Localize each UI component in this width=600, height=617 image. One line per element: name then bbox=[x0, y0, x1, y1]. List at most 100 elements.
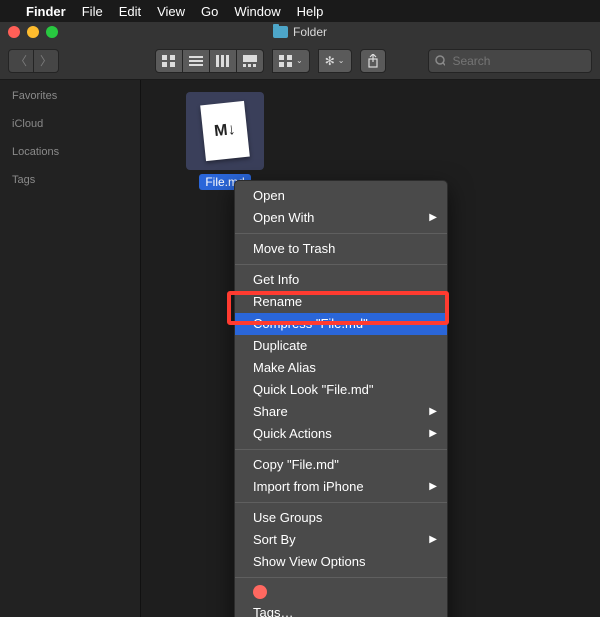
share-icon bbox=[367, 54, 379, 68]
share-button[interactable] bbox=[360, 49, 386, 73]
ctx-label: Compress "File.md" bbox=[253, 316, 368, 331]
search-field[interactable] bbox=[428, 49, 592, 73]
ctx-move-to-trash[interactable]: Move to Trash bbox=[235, 238, 447, 260]
context-menu: Open Open With ▶ Move to Trash Get Info R… bbox=[234, 180, 448, 617]
finder-window: Folder 〈 〉 ⌄ bbox=[0, 22, 600, 617]
toolbar: 〈 〉 ⌄ ✻ ⌄ bbox=[0, 42, 600, 80]
ctx-make-alias[interactable]: Make Alias bbox=[235, 357, 447, 379]
view-list-button[interactable] bbox=[183, 49, 210, 73]
sidebar: Favorites iCloud Locations Tags bbox=[0, 80, 141, 617]
grid-icon bbox=[162, 55, 176, 67]
menubar-window[interactable]: Window bbox=[234, 4, 280, 19]
ctx-quick-look[interactable]: Quick Look "File.md" bbox=[235, 379, 447, 401]
ctx-label: Show View Options bbox=[253, 554, 366, 569]
ctx-label: Copy "File.md" bbox=[253, 457, 339, 472]
window-title: Folder bbox=[0, 25, 600, 39]
search-input[interactable] bbox=[450, 53, 585, 69]
forward-button[interactable]: 〉 bbox=[34, 49, 59, 73]
traffic-lights bbox=[8, 26, 58, 38]
chevron-right-icon: 〉 bbox=[40, 52, 52, 69]
nav-group: 〈 〉 bbox=[8, 49, 59, 73]
menubar-app-name[interactable]: Finder bbox=[26, 4, 66, 19]
chevron-down-icon: ⌄ bbox=[296, 56, 303, 65]
window-title-text: Folder bbox=[293, 25, 327, 39]
minimize-button[interactable] bbox=[27, 26, 39, 38]
menubar-go[interactable]: Go bbox=[201, 4, 218, 19]
view-icons-button[interactable] bbox=[155, 49, 183, 73]
ctx-label: Tags… bbox=[253, 605, 293, 617]
action-menu: ✻ ⌄ bbox=[318, 49, 352, 73]
view-gallery-button[interactable] bbox=[237, 49, 264, 73]
folder-icon bbox=[273, 26, 288, 38]
ctx-separator bbox=[235, 502, 447, 503]
ctx-use-groups[interactable]: Use Groups bbox=[235, 507, 447, 529]
view-columns-button[interactable] bbox=[210, 49, 237, 73]
ctx-get-info[interactable]: Get Info bbox=[235, 269, 447, 291]
grid-icon bbox=[279, 55, 293, 67]
columns-icon bbox=[216, 55, 230, 67]
markdown-file-icon: M↓ bbox=[200, 101, 250, 161]
view-switcher bbox=[155, 49, 264, 73]
ctx-label: Get Info bbox=[253, 272, 299, 287]
group-by: ⌄ bbox=[272, 49, 310, 73]
chevron-right-icon: ▶ bbox=[429, 403, 437, 421]
ctx-label: Quick Look "File.md" bbox=[253, 382, 374, 397]
tag-swatch-red[interactable] bbox=[253, 585, 267, 599]
ctx-separator bbox=[235, 264, 447, 265]
ctx-label: Duplicate bbox=[253, 338, 307, 353]
ctx-import-iphone[interactable]: Import from iPhone ▶ bbox=[235, 476, 447, 498]
sidebar-section-favorites[interactable]: Favorites bbox=[0, 86, 140, 106]
titlebar: Folder bbox=[0, 22, 600, 42]
ctx-label: Share bbox=[253, 404, 288, 419]
ctx-separator bbox=[235, 233, 447, 234]
ctx-label: Move to Trash bbox=[253, 241, 335, 256]
ctx-label: Import from iPhone bbox=[253, 479, 364, 494]
file-item[interactable]: M↓ File.md bbox=[183, 92, 267, 190]
chevron-right-icon: ▶ bbox=[429, 209, 437, 227]
close-button[interactable] bbox=[8, 26, 20, 38]
ctx-tags[interactable]: Tags… bbox=[235, 602, 447, 617]
ctx-show-view-options[interactable]: Show View Options bbox=[235, 551, 447, 573]
menubar-edit[interactable]: Edit bbox=[119, 4, 141, 19]
ctx-tag-swatches[interactable] bbox=[235, 582, 447, 602]
menubar-file[interactable]: File bbox=[82, 4, 103, 19]
ctx-label: Quick Actions bbox=[253, 426, 332, 441]
sidebar-section-locations[interactable]: Locations bbox=[0, 142, 140, 162]
ctx-label: Sort By bbox=[253, 532, 296, 547]
ctx-separator bbox=[235, 577, 447, 578]
sidebar-section-icloud[interactable]: iCloud bbox=[0, 114, 140, 134]
ctx-separator bbox=[235, 449, 447, 450]
ctx-rename[interactable]: Rename bbox=[235, 291, 447, 313]
ctx-open-with[interactable]: Open With ▶ bbox=[235, 207, 447, 229]
search-icon bbox=[435, 55, 445, 67]
back-button[interactable]: 〈 bbox=[8, 49, 34, 73]
file-thumbnail: M↓ bbox=[186, 92, 264, 170]
chevron-down-icon: ⌄ bbox=[338, 56, 345, 65]
chevron-right-icon: ▶ bbox=[429, 531, 437, 549]
group-by-button[interactable]: ⌄ bbox=[272, 49, 310, 73]
gallery-icon bbox=[243, 55, 257, 67]
ctx-label: Rename bbox=[253, 294, 302, 309]
zoom-button[interactable] bbox=[46, 26, 58, 38]
ctx-compress[interactable]: Compress "File.md" bbox=[235, 313, 447, 335]
list-icon bbox=[189, 55, 203, 67]
menubar-help[interactable]: Help bbox=[297, 4, 324, 19]
ctx-label: Make Alias bbox=[253, 360, 316, 375]
ctx-copy[interactable]: Copy "File.md" bbox=[235, 454, 447, 476]
ctx-label: Open With bbox=[253, 210, 314, 225]
ctx-open[interactable]: Open bbox=[235, 185, 447, 207]
system-menubar: Finder File Edit View Go Window Help bbox=[0, 0, 600, 22]
ctx-quick-actions[interactable]: Quick Actions ▶ bbox=[235, 423, 447, 445]
ctx-duplicate[interactable]: Duplicate bbox=[235, 335, 447, 357]
gear-icon: ✻ bbox=[325, 54, 335, 68]
chevron-left-icon: 〈 bbox=[15, 52, 27, 69]
ctx-sort-by[interactable]: Sort By ▶ bbox=[235, 529, 447, 551]
action-button[interactable]: ✻ ⌄ bbox=[318, 49, 352, 73]
chevron-right-icon: ▶ bbox=[429, 425, 437, 443]
ctx-label: Open bbox=[253, 188, 285, 203]
sidebar-section-tags[interactable]: Tags bbox=[0, 170, 140, 190]
menubar-view[interactable]: View bbox=[157, 4, 185, 19]
ctx-share[interactable]: Share ▶ bbox=[235, 401, 447, 423]
ctx-label: Use Groups bbox=[253, 510, 322, 525]
chevron-right-icon: ▶ bbox=[429, 478, 437, 496]
